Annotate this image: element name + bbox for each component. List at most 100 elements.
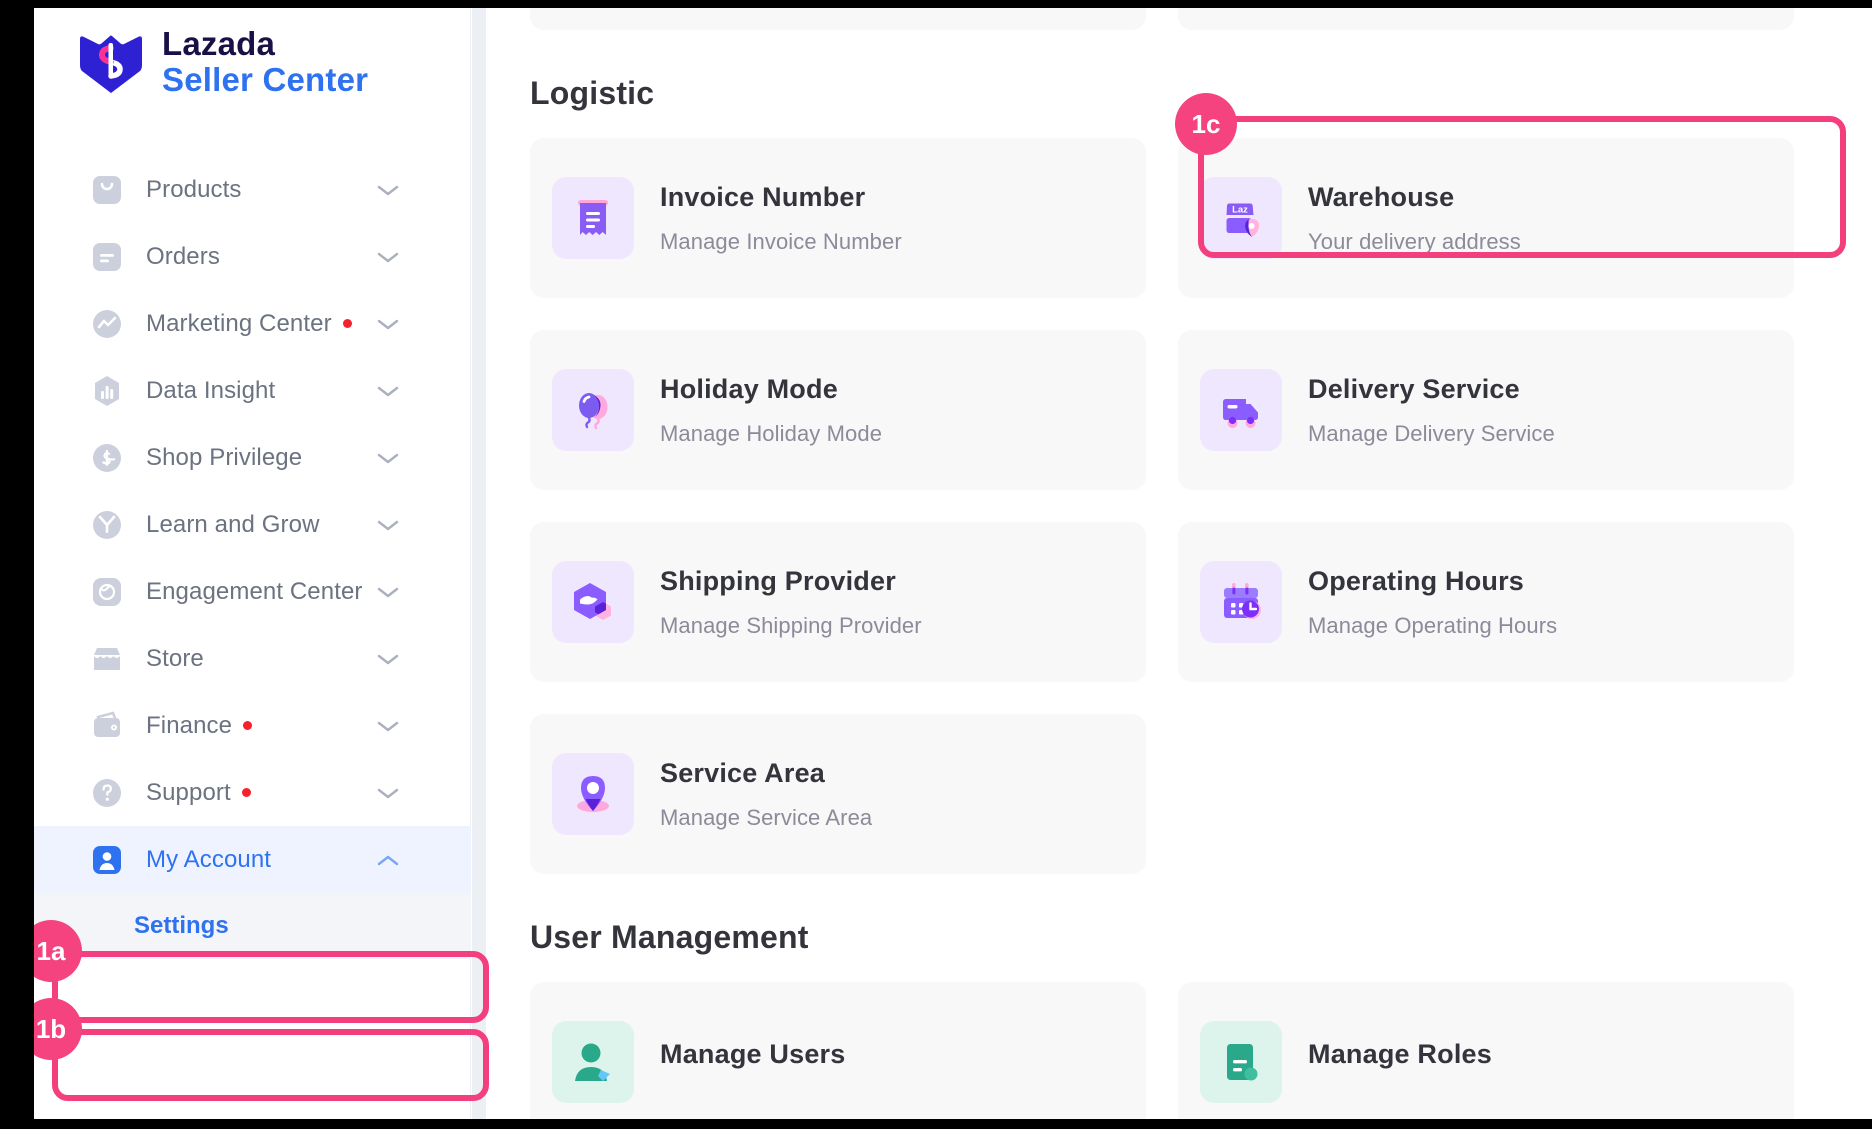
card-title: Shipping Provider bbox=[660, 565, 896, 596]
logistic-card-grid: Invoice Number Manage Invoice Number Laz bbox=[530, 138, 1832, 874]
card-text: Operating Hours Manage Operating Hours bbox=[1308, 566, 1557, 639]
card-icon-wrap bbox=[1200, 561, 1282, 643]
card-text: Manage Roles bbox=[1308, 1039, 1492, 1086]
warehouse-icon-label: Laz bbox=[1232, 205, 1248, 216]
operating-hours-card[interactable]: Operating Hours Manage Operating Hours bbox=[1178, 522, 1794, 682]
invoice-receipt-icon bbox=[578, 200, 608, 235]
card-icon-wrap bbox=[552, 177, 634, 259]
card-subtitle: Manage Shipping Provider bbox=[660, 612, 922, 638]
card-text: Warehouse Your delivery address bbox=[1308, 182, 1521, 255]
sidebar-item-label: Finance bbox=[146, 711, 233, 739]
notification-dot bbox=[241, 788, 251, 797]
chevron-down-icon[interactable] bbox=[377, 452, 399, 464]
products-icon bbox=[93, 175, 121, 204]
warehouse-box-icon: Laz bbox=[1226, 203, 1259, 237]
chevron-down-icon[interactable] bbox=[377, 184, 399, 196]
sidebar-item-label: Marketing Center bbox=[146, 309, 332, 337]
card-icon-wrap bbox=[1200, 369, 1282, 451]
screenshot-root: Lazada Seller Center Products Orders Mar… bbox=[0, 0, 1872, 1129]
card-title: Warehouse bbox=[1308, 181, 1455, 212]
card-title: Manage Users bbox=[660, 1038, 846, 1069]
sidebar-item-marketing-center[interactable]: Marketing Center bbox=[34, 290, 471, 357]
sidebar-item-support[interactable]: Support bbox=[34, 759, 471, 826]
sidebar-item-data-insight[interactable]: Data Insight bbox=[34, 357, 471, 424]
partial-card-left[interactable] bbox=[530, 8, 1146, 30]
user-profile-icon bbox=[575, 1043, 610, 1081]
card-title: Manage Roles bbox=[1308, 1038, 1492, 1069]
invoice-number-card[interactable]: Invoice Number Manage Invoice Number bbox=[530, 138, 1146, 298]
brand-line-lazada: Lazada bbox=[162, 25, 276, 62]
chevron-down-icon[interactable] bbox=[377, 787, 399, 799]
chevron-down-icon[interactable] bbox=[377, 586, 399, 598]
sidebar-item-label: Shop Privilege bbox=[146, 443, 303, 471]
shipping-provider-card[interactable]: Shipping Provider Manage Shipping Provid… bbox=[530, 522, 1146, 682]
lazada-heart-logo-icon bbox=[80, 35, 142, 93]
notification-dot bbox=[342, 319, 352, 328]
data-insight-icon bbox=[95, 375, 119, 406]
card-icon-wrap bbox=[552, 561, 634, 643]
sidebar-subitem-label: Settings bbox=[134, 912, 229, 939]
content-scrollbar[interactable] bbox=[472, 8, 486, 1119]
card-text: Shipping Provider Manage Shipping Provid… bbox=[660, 566, 922, 639]
calendar-clock-icon bbox=[1224, 583, 1261, 619]
sidebar-item-store[interactable]: Store bbox=[34, 625, 471, 692]
card-title: Holiday Mode bbox=[660, 373, 838, 404]
sidebar-subitem-settings[interactable]: Settings bbox=[34, 893, 471, 959]
card-title: Delivery Service bbox=[1308, 373, 1520, 404]
brand-text: Lazada Seller Center bbox=[162, 26, 368, 97]
delivery-service-card[interactable]: Delivery Service Manage Delivery Service bbox=[1178, 330, 1794, 490]
chevron-down-icon[interactable] bbox=[377, 720, 399, 732]
sidebar-item-engagement-center[interactable]: Engagement Center bbox=[34, 558, 471, 625]
orders-icon bbox=[93, 242, 121, 271]
holiday-mode-card[interactable]: Holiday Mode Manage Holiday Mode bbox=[530, 330, 1146, 490]
sidebar-item-label: Support bbox=[146, 778, 231, 806]
brand-line-seller-center: Seller Center bbox=[162, 60, 369, 98]
settings-content: Logistic Invoice Number Manage Invoice N… bbox=[486, 8, 1872, 1119]
card-text: Delivery Service Manage Delivery Service bbox=[1308, 374, 1555, 447]
sidebar-item-shop-privilege[interactable]: Shop Privilege bbox=[34, 424, 471, 491]
service-area-card[interactable]: Service Area Manage Service Area bbox=[530, 714, 1146, 874]
sidebar-nav: Products Orders Marketing Center Data In… bbox=[34, 156, 471, 959]
card-icon-wrap: Laz bbox=[1200, 177, 1282, 259]
chevron-down-icon[interactable] bbox=[377, 519, 399, 531]
sidebar-item-products[interactable]: Products bbox=[34, 156, 471, 223]
warehouse-card[interactable]: Laz Warehouse Your delivery address bbox=[1178, 138, 1794, 298]
chevron-down-icon[interactable] bbox=[377, 653, 399, 665]
marketing-center-icon bbox=[93, 309, 121, 338]
card-subtitle: Manage Operating Hours bbox=[1308, 612, 1558, 638]
engagement-center-icon bbox=[93, 577, 121, 606]
roles-document-icon bbox=[1227, 1044, 1258, 1081]
section-title-user-management: User Management bbox=[530, 919, 809, 955]
manage-users-card[interactable]: Manage Users bbox=[530, 982, 1146, 1119]
card-icon-wrap bbox=[552, 1021, 634, 1103]
my-account-user-icon bbox=[93, 845, 121, 874]
chevron-up-icon[interactable] bbox=[377, 854, 399, 866]
card-subtitle: Manage Invoice Number bbox=[660, 228, 902, 254]
card-icon-wrap bbox=[552, 369, 634, 451]
sidebar-item-label: Learn and Grow bbox=[146, 510, 320, 538]
chevron-down-icon[interactable] bbox=[377, 251, 399, 263]
store-icon bbox=[94, 647, 120, 670]
finance-wallet-icon bbox=[94, 711, 120, 737]
card-title: Service Area bbox=[660, 757, 826, 788]
sidebar-item-finance[interactable]: Finance bbox=[34, 692, 471, 759]
sidebar-item-label: Data Insight bbox=[146, 376, 276, 404]
partial-card-right[interactable] bbox=[1178, 8, 1794, 30]
sidebar-item-learn-and-grow[interactable]: Learn and Grow bbox=[34, 491, 471, 558]
learn-and-grow-icon bbox=[93, 510, 121, 539]
chevron-down-icon[interactable] bbox=[377, 318, 399, 330]
chevron-down-icon[interactable] bbox=[377, 385, 399, 397]
card-text: Manage Users bbox=[660, 1039, 845, 1086]
card-icon-wrap bbox=[552, 753, 634, 835]
sidebar-item-label: Store bbox=[146, 644, 204, 672]
card-subtitle: Your delivery address bbox=[1308, 228, 1521, 254]
card-subtitle: Manage Service Area bbox=[660, 804, 873, 830]
sidebar-item-orders[interactable]: Orders bbox=[34, 223, 471, 290]
brand-logo[interactable]: Lazada Seller Center bbox=[78, 26, 368, 97]
card-text: Service Area Manage Service Area bbox=[660, 758, 872, 831]
card-title: Invoice Number bbox=[660, 181, 866, 212]
manage-roles-card[interactable]: Manage Roles bbox=[1178, 982, 1794, 1119]
sidebar-item-my-account[interactable]: My Account bbox=[34, 826, 471, 893]
sidebar: Lazada Seller Center Products Orders Mar… bbox=[34, 8, 471, 1119]
card-icon-wrap bbox=[1200, 1021, 1282, 1103]
